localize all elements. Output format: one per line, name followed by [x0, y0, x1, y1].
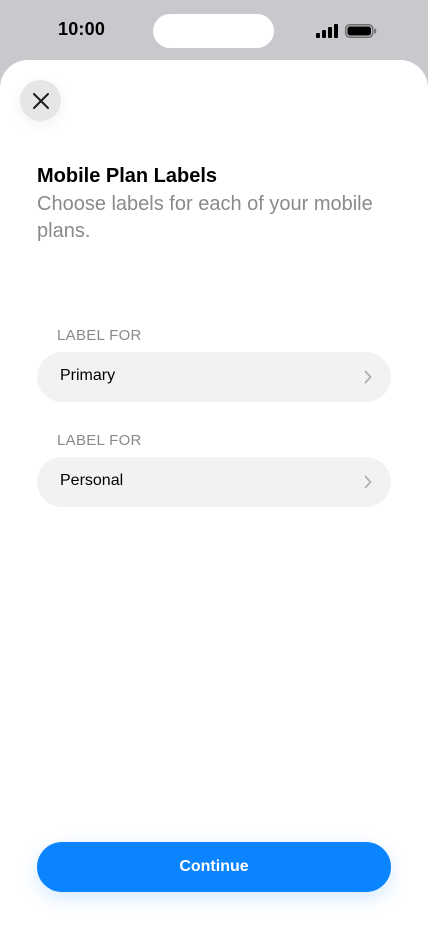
chevron-right-icon: [364, 475, 372, 489]
label-row-value: Primary: [60, 367, 116, 384]
screen: 10:00 Mobile Plan Labels Choose labels f…: [0, 0, 428, 929]
modal-sheet: Mobile Plan Labels Choose labels for eac…: [0, 60, 428, 929]
section-header-personal: LABEL FOR: [57, 432, 142, 449]
status-time: 10:00: [58, 19, 106, 39]
status-bar: 10:00: [0, 0, 428, 60]
section-header-primary: LABEL FOR: [57, 327, 142, 344]
cellular-signal-icon: [316, 24, 338, 38]
label-row-personal[interactable]: Personal: [37, 457, 391, 507]
close-icon: [32, 92, 49, 109]
page-title: Mobile Plan Labels: [37, 165, 218, 187]
close-button[interactable]: [20, 80, 61, 121]
battery-icon: [345, 24, 377, 38]
continue-button[interactable]: Continue: [37, 842, 391, 892]
page-subtitle: Choose labels for each of your mobile pl…: [37, 193, 373, 242]
label-row-primary[interactable]: Primary: [37, 352, 391, 402]
label-row-value: Personal: [60, 472, 124, 489]
chevron-right-icon: [364, 370, 372, 384]
dynamic-island: [153, 14, 274, 48]
